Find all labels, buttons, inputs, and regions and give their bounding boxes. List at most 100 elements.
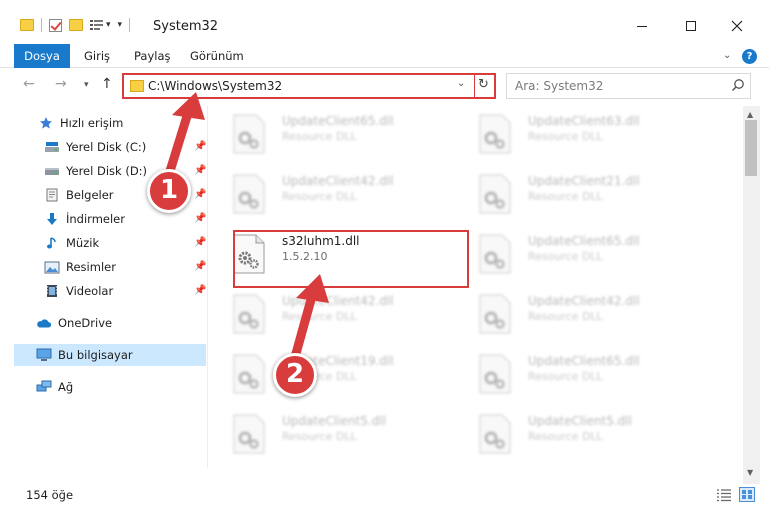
sidebar-item-network[interactable]: Ağ: [36, 376, 206, 398]
pin-icon[interactable]: 📌: [194, 261, 206, 273]
file-item[interactable]: UpdateClient42.dll Resource DLL: [456, 286, 696, 338]
sidebar-item-label: Ağ: [58, 380, 74, 394]
pictures-icon: [44, 260, 60, 274]
search-input[interactable]: [515, 78, 725, 94]
file-name: UpdateClient21.dll: [528, 174, 640, 188]
search-box[interactable]: [506, 73, 751, 99]
pin-icon[interactable]: 📌: [194, 141, 206, 153]
new-folder-icon[interactable]: [69, 19, 83, 31]
file-description: Resource DLL: [282, 430, 357, 443]
refresh-icon[interactable]: ↻: [478, 77, 489, 92]
scroll-down-icon[interactable]: ▼: [747, 468, 753, 477]
details-view-icon[interactable]: [716, 488, 732, 502]
file-item[interactable]: UpdateClient21.dll Resource DLL: [456, 166, 696, 218]
tab-home[interactable]: Giriş: [84, 44, 110, 68]
music-icon: [44, 236, 60, 250]
dll-file-icon: [233, 414, 265, 454]
minimize-button[interactable]: [619, 14, 665, 38]
file-item[interactable]: UpdateClient5.dll Resource DLL: [210, 406, 450, 458]
toolbar-separator: [41, 18, 42, 32]
sidebar-item-local-disk-c[interactable]: Yerel Disk (C:) 📌: [44, 136, 206, 158]
file-name: UpdateClient65.dll: [282, 114, 394, 128]
sidebar-item-this-pc[interactable]: Bu bilgisayar: [14, 344, 206, 366]
file-highlight-box: [233, 230, 469, 288]
sidebar-item-label: Yerel Disk (D:): [66, 164, 148, 178]
address-input[interactable]: [148, 77, 448, 95]
step-2-badge: 2: [273, 353, 317, 397]
folder-icon[interactable]: [20, 19, 34, 31]
pin-icon[interactable]: 📌: [194, 165, 206, 177]
cloud-icon: [36, 316, 52, 330]
sidebar-item-downloads[interactable]: İndirmeler 📌: [44, 208, 206, 230]
back-arrow-icon[interactable]: ←: [23, 76, 35, 92]
toolbar-separator: [129, 18, 131, 32]
maximize-button[interactable]: [668, 14, 714, 38]
sidebar-item-label: OneDrive: [58, 316, 113, 330]
sidebar-item-quick-access[interactable]: Hızlı erişim: [38, 112, 230, 134]
scroll-up-icon[interactable]: ▲: [747, 110, 753, 119]
file-description: Resource DLL: [528, 430, 603, 443]
sidebar-item-pictures[interactable]: Resimler 📌: [44, 256, 206, 278]
drive-icon: [44, 164, 60, 178]
file-description: Resource DLL: [528, 130, 603, 143]
tab-view[interactable]: Görünüm: [190, 44, 244, 68]
file-description: Resource DLL: [282, 310, 357, 323]
tiles-view-icon[interactable]: [739, 487, 755, 502]
dll-file-icon: [479, 234, 511, 274]
file-item[interactable]: UpdateClient65.dll Resource DLL: [456, 346, 696, 398]
up-arrow-icon[interactable]: ↑: [101, 76, 113, 92]
tab-share[interactable]: Paylaş: [134, 44, 171, 68]
dll-file-icon: [479, 414, 511, 454]
sidebar-item-label: Yerel Disk (C:): [66, 140, 147, 154]
pin-icon[interactable]: 📌: [194, 213, 206, 225]
dll-file-icon: [233, 294, 265, 334]
computer-icon: [36, 348, 52, 362]
sidebar-item-videos[interactable]: Videolar 📌: [44, 280, 206, 302]
status-bar: 154 öğe: [0, 484, 769, 506]
sidebar-item-label: Müzik: [66, 236, 100, 250]
qat-dropdown-icon[interactable]: ▾: [118, 20, 123, 30]
quick-access-toolbar: ▾ ▾: [20, 18, 131, 32]
expand-ribbon-icon[interactable]: ⌄: [723, 50, 731, 61]
address-bar[interactable]: ⌄ ↻: [122, 73, 496, 99]
file-item[interactable]: UpdateClient63.dll Resource DLL: [456, 106, 696, 158]
file-item[interactable]: UpdateClient19.dll Resource DLL: [210, 346, 450, 398]
customize-toolbar-icon[interactable]: ▾: [90, 19, 111, 31]
navigation-pane: Hızlı erişim Yerel Disk (C:) 📌 Yerel Dis…: [14, 106, 208, 468]
file-item[interactable]: UpdateClient65.dll Resource DLL: [456, 226, 696, 278]
dll-file-icon: [233, 114, 265, 154]
close-button[interactable]: [714, 14, 760, 38]
address-dropdown-icon[interactable]: ⌄: [457, 78, 465, 89]
file-item[interactable]: UpdateClient42.dll Resource DLL: [210, 286, 450, 338]
sidebar-item-onedrive[interactable]: OneDrive: [36, 312, 206, 334]
file-name: UpdateClient5.dll: [282, 414, 386, 428]
drive-icon: [44, 140, 60, 154]
sidebar-item-music[interactable]: Müzik 📌: [44, 232, 206, 254]
videos-icon: [44, 284, 60, 298]
file-item[interactable]: UpdateClient5.dll Resource DLL: [456, 406, 696, 458]
file-description: Resource DLL: [528, 370, 603, 383]
network-icon: [36, 380, 52, 394]
scrollbar-thumb[interactable]: [745, 120, 757, 176]
pin-icon[interactable]: 📌: [194, 189, 206, 201]
file-description: Resource DLL: [282, 130, 357, 143]
tab-file[interactable]: Dosya: [14, 44, 70, 68]
forward-arrow-icon[interactable]: →: [55, 76, 67, 92]
item-count: 154 öğe: [26, 488, 74, 502]
help-icon[interactable]: ?: [742, 49, 757, 64]
vertical-scrollbar[interactable]: ▲ ▼: [743, 106, 760, 484]
properties-icon[interactable]: [49, 18, 62, 32]
search-icon[interactable]: [731, 78, 745, 92]
address-divider: [474, 75, 475, 97]
pin-icon[interactable]: 📌: [194, 237, 206, 249]
recent-locations-icon[interactable]: ▾: [84, 80, 89, 90]
file-item[interactable]: UpdateClient65.dll Resource DLL: [210, 106, 450, 158]
minimize-icon: [637, 25, 647, 27]
window-title: System32: [153, 19, 219, 34]
file-item[interactable]: UpdateClient42.dll Resource DLL: [210, 166, 450, 218]
file-name: UpdateClient42.dll: [282, 174, 394, 188]
dll-file-icon: [479, 294, 511, 334]
dll-file-icon: [233, 174, 265, 214]
folder-icon: [130, 80, 144, 92]
pin-icon[interactable]: 📌: [194, 285, 206, 297]
